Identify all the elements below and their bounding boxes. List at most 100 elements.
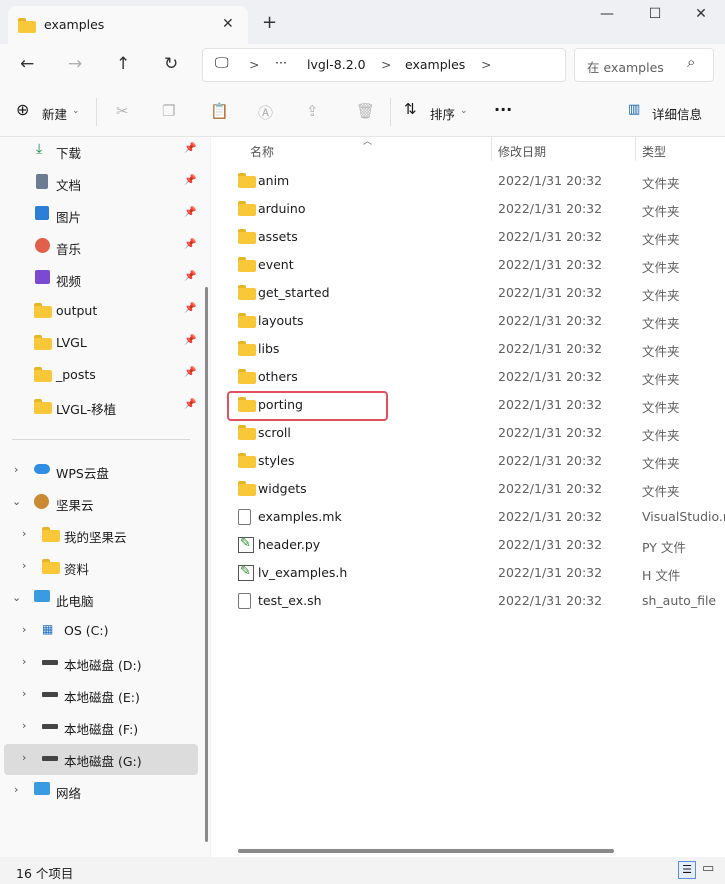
pin-icon[interactable]: 📌 bbox=[184, 175, 196, 186]
new-button[interactable]: ⊕ 新建 ⌄ bbox=[16, 100, 84, 124]
minimize-button[interactable]: — bbox=[584, 6, 630, 22]
file-row[interactable]: others 2022/1/31 20:32 文件夹 bbox=[220, 363, 720, 391]
sidebar-item-materials[interactable]: › 资料 bbox=[0, 553, 200, 581]
chevron-right-icon[interactable]: › bbox=[22, 751, 26, 764]
file-row[interactable]: scroll 2022/1/31 20:32 文件夹 bbox=[220, 419, 720, 447]
sidebar-item-label: 本地磁盘 (E:) bbox=[64, 690, 140, 705]
share-icon[interactable]: ⇪ bbox=[306, 102, 319, 120]
chevron-right-icon[interactable]: › bbox=[14, 783, 18, 796]
file-date: 2022/1/31 20:32 bbox=[498, 229, 603, 244]
chevron-right-icon[interactable]: › bbox=[22, 527, 26, 540]
column-header-name[interactable]: 名称 bbox=[250, 143, 274, 160]
sidebar-item-music[interactable]: 音乐 📌 bbox=[0, 233, 200, 261]
search-box[interactable]: 在 examples ⌕ bbox=[574, 48, 714, 82]
pin-icon[interactable]: 📌 bbox=[184, 367, 196, 378]
sidebar-item-downloads[interactable]: ⤓ 下载 📌 bbox=[0, 137, 200, 165]
column-header-type[interactable]: 类型 bbox=[642, 143, 666, 160]
pin-icon[interactable]: 📌 bbox=[184, 271, 196, 282]
breadcrumb-examples[interactable]: examples bbox=[405, 57, 465, 72]
sidebar-item-pictures[interactable]: 图片 📌 bbox=[0, 201, 200, 229]
pin-icon[interactable]: 📌 bbox=[184, 335, 196, 346]
file-date: 2022/1/31 20:32 bbox=[498, 565, 603, 580]
sidebar-item-lvgl-port[interactable]: LVGL-移植 📌 bbox=[0, 393, 200, 421]
more-options-button[interactable]: ··· bbox=[494, 100, 512, 119]
sidebar-item-lvgl[interactable]: LVGL 📌 bbox=[0, 329, 200, 357]
refresh-icon[interactable]: ↻ bbox=[164, 54, 178, 74]
file-row[interactable]: styles 2022/1/31 20:32 文件夹 bbox=[220, 447, 720, 475]
sidebar-item-documents[interactable]: 文档 📌 bbox=[0, 169, 200, 197]
sidebar-item-output[interactable]: output 📌 bbox=[0, 297, 200, 325]
tiles-view-icon[interactable]: ▭ bbox=[702, 861, 714, 876]
sidebar-item-drive-f[interactable]: › 本地磁盘 (F:) bbox=[0, 713, 200, 741]
rename-icon[interactable]: Ⓐ bbox=[258, 102, 273, 123]
column-divider[interactable] bbox=[491, 137, 492, 161]
file-row[interactable]: examples.mk 2022/1/31 20:32 VisualStudio.m bbox=[220, 503, 725, 531]
file-type: 文件夹 bbox=[642, 232, 680, 247]
forward-arrow-icon[interactable]: → bbox=[68, 54, 82, 74]
pin-icon[interactable]: 📌 bbox=[184, 303, 196, 314]
chevron-right-icon[interactable]: › bbox=[22, 719, 26, 732]
pin-icon[interactable]: 📌 bbox=[184, 207, 196, 218]
sidebar-item-posts[interactable]: _posts 📌 bbox=[0, 361, 200, 389]
search-icon[interactable]: ⌕ bbox=[687, 53, 695, 71]
chevron-right-icon[interactable]: › bbox=[22, 559, 26, 572]
breadcrumb-separator[interactable]: > bbox=[481, 57, 491, 72]
sidebar-scrollbar[interactable] bbox=[205, 287, 208, 842]
file-row[interactable]: layouts 2022/1/31 20:32 文件夹 bbox=[220, 307, 720, 335]
delete-icon[interactable]: 🗑 bbox=[356, 102, 375, 120]
maximize-button[interactable]: ☐ bbox=[632, 6, 678, 22]
breadcrumb-lvgl[interactable]: lvgl-8.2.0 bbox=[307, 57, 366, 72]
file-row[interactable]: get_started 2022/1/31 20:32 文件夹 bbox=[220, 279, 720, 307]
sidebar-item-network[interactable]: › 网络 bbox=[0, 777, 200, 805]
file-row[interactable]: widgets 2022/1/31 20:32 文件夹 bbox=[220, 475, 720, 503]
pin-icon[interactable]: 📌 bbox=[184, 239, 196, 250]
sort-button[interactable]: ⇅ 排序 ⌄ bbox=[404, 100, 476, 124]
breadcrumb-separator[interactable]: > bbox=[381, 57, 391, 72]
file-row[interactable]: assets 2022/1/31 20:32 文件夹 bbox=[220, 223, 720, 251]
file-row[interactable]: arduino 2022/1/31 20:32 文件夹 bbox=[220, 195, 720, 223]
chevron-right-icon[interactable]: › bbox=[22, 655, 26, 668]
chevron-right-icon[interactable]: › bbox=[14, 463, 18, 476]
breadcrumb-separator[interactable]: > bbox=[249, 57, 259, 72]
sidebar-item-drive-e[interactable]: › 本地磁盘 (E:) bbox=[0, 681, 200, 709]
breadcrumb-more-button[interactable]: ··· bbox=[275, 55, 287, 70]
file-row[interactable]: header.py 2022/1/31 20:32 PY 文件 bbox=[220, 531, 720, 559]
file-row[interactable]: event 2022/1/31 20:32 文件夹 bbox=[220, 251, 720, 279]
up-arrow-icon[interactable]: ↑ bbox=[116, 54, 130, 74]
address-bar[interactable]: 🖵 > ··· lvgl-8.2.0 > examples > bbox=[202, 48, 566, 82]
new-tab-button[interactable]: + bbox=[262, 12, 277, 33]
pin-icon[interactable]: 📌 bbox=[184, 399, 196, 410]
copy-icon[interactable]: ❐ bbox=[162, 102, 175, 120]
column-header-date[interactable]: 修改日期 bbox=[498, 143, 546, 160]
search-input[interactable]: 在 examples bbox=[587, 57, 664, 76]
file-row[interactable]: libs 2022/1/31 20:32 文件夹 bbox=[220, 335, 720, 363]
sidebar-item-this-pc[interactable]: ⌄ 此电脑 bbox=[0, 585, 200, 613]
chevron-down-icon[interactable]: ⌄ bbox=[12, 495, 21, 508]
file-name: get_started bbox=[258, 285, 330, 300]
column-divider[interactable] bbox=[635, 137, 636, 161]
divider bbox=[96, 98, 97, 126]
window-close-button[interactable]: ✕ bbox=[678, 6, 724, 22]
back-arrow-icon[interactable]: ← bbox=[20, 54, 34, 74]
file-row[interactable]: lv_examples.h 2022/1/31 20:32 H 文件 bbox=[220, 559, 720, 587]
chevron-down-icon[interactable]: ⌄ bbox=[12, 591, 21, 604]
sidebar-item-drive-d[interactable]: › 本地磁盘 (D:) bbox=[0, 649, 200, 677]
sidebar-item-my-jianguoyun[interactable]: › 我的坚果云 bbox=[0, 521, 200, 549]
sidebar-item-jianguoyun[interactable]: ⌄ 坚果云 bbox=[0, 489, 200, 517]
pin-icon[interactable]: 📌 bbox=[184, 143, 196, 154]
sidebar-item-drive-g[interactable]: › 本地磁盘 (G:) bbox=[0, 745, 200, 773]
sidebar-item-wps[interactable]: › WPS云盘 bbox=[0, 457, 200, 485]
tab-examples[interactable]: examples ✕ bbox=[8, 6, 248, 44]
cut-icon[interactable]: ✂ bbox=[116, 102, 129, 120]
file-row[interactable]: anim 2022/1/31 20:32 文件夹 bbox=[220, 167, 720, 195]
details-view-icon[interactable]: ☰ bbox=[678, 861, 696, 879]
paste-icon[interactable]: 📋 bbox=[210, 102, 229, 120]
file-row[interactable]: test_ex.sh 2022/1/31 20:32 sh_auto_file bbox=[220, 587, 720, 615]
details-button[interactable]: ▥ 详细信息 bbox=[628, 102, 720, 124]
horizontal-scrollbar[interactable] bbox=[238, 849, 614, 853]
sidebar-item-videos[interactable]: 视频 📌 bbox=[0, 265, 200, 293]
tab-close-button[interactable]: ✕ bbox=[222, 16, 234, 32]
chevron-right-icon[interactable]: › bbox=[22, 623, 26, 636]
sidebar-item-drive-c[interactable]: › ▦ OS (C:) bbox=[0, 617, 200, 645]
chevron-right-icon[interactable]: › bbox=[22, 687, 26, 700]
